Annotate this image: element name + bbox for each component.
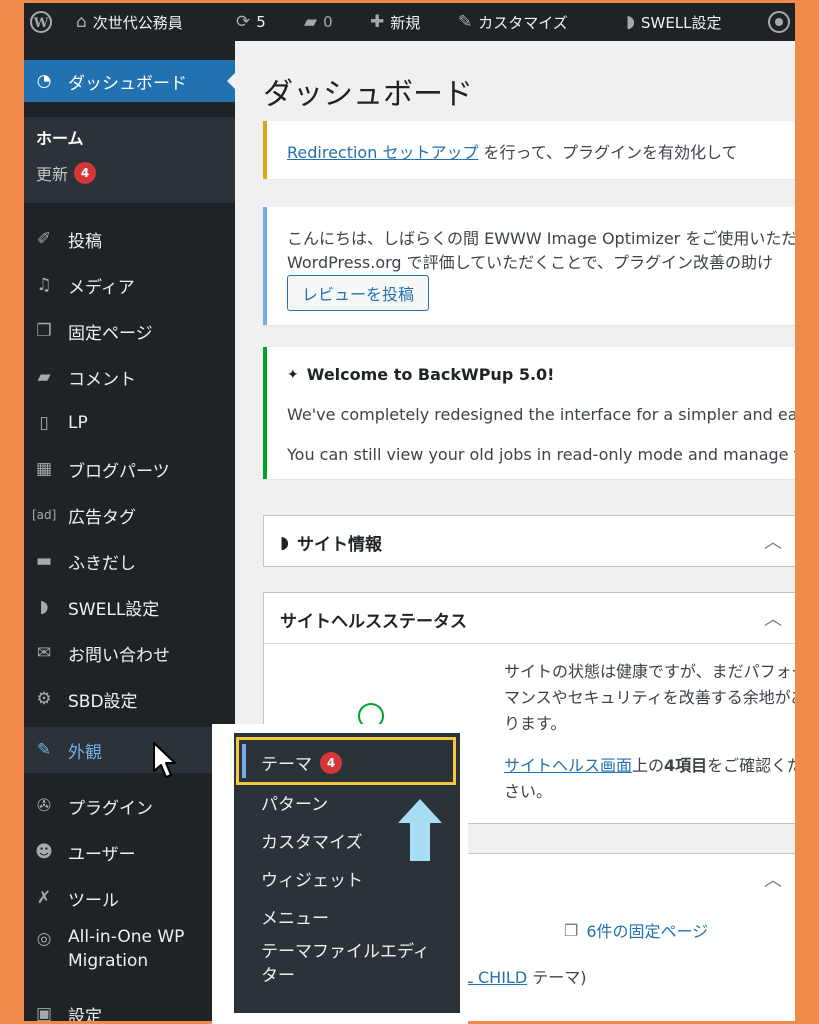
pages-icon: ❐ (36, 321, 52, 341)
post-review-button[interactable]: レビューを投稿 (287, 275, 430, 311)
new-content-link[interactable]: ✚ 新規 (370, 3, 420, 41)
user-icon: ☻ (35, 842, 53, 862)
party-icon: ✦ (287, 366, 299, 383)
mouse-cursor-icon (153, 742, 176, 778)
sidebar-item-settings[interactable]: ▣ 設定 (24, 993, 235, 1021)
sidebar-item-dashboard[interactable]: ◔ ダッシュボード (24, 60, 236, 102)
sidebar-item-blog-parts[interactable]: ▦ ブログパーツ (24, 448, 235, 490)
admin-bar: W ⌂ 次世代公務員 ⟳ 5 ▰ 0 ✚ 新規 ✎ カスタマイズ ◗ SWELL… (24, 3, 795, 41)
sidebar-item-appearance[interactable]: ✎ 外観 (24, 727, 235, 773)
bubble-icon: ▬ (35, 551, 53, 571)
sidebar-item-lp[interactable]: ▯ LP (24, 402, 235, 444)
sidebar-item-fukidashi[interactable]: ▬ ふきだし (24, 540, 235, 582)
ewww-review-notice: こんにちは、しばらくの間 EWWW Image Optimizer をご使用いた… (263, 207, 795, 325)
sidebar-item-plugins[interactable]: ✇ プラグイン (24, 785, 235, 827)
refresh-icon: ⟳ (236, 12, 251, 32)
plus-icon: ✚ (370, 12, 385, 32)
redirection-notice: Redirection セットアップ を行って、プラグインを有効化して (263, 121, 795, 179)
updates-link[interactable]: ⟳ 5 (236, 3, 266, 41)
pages-count-link[interactable]: ❐ 6件の固定ページ (564, 918, 708, 942)
sidebar-item-media[interactable]: ♫ メディア (24, 264, 235, 306)
comments-link[interactable]: ▰ 0 (304, 3, 333, 41)
sidebar-item-comments[interactable]: ▰ コメント (24, 356, 235, 398)
home-icon: ⌂ (76, 12, 87, 32)
highlight-box (236, 737, 456, 785)
chevron-up-icon[interactable]: ︿ (764, 605, 782, 631)
comment-icon: ▰ (37, 367, 51, 387)
settings-icon: ▣ (35, 1004, 53, 1021)
redirection-setup-link[interactable]: Redirection セットアップ (287, 143, 478, 162)
flyout-item-patterns[interactable]: パターン (261, 790, 328, 815)
customize-link[interactable]: ✎ カスタマイズ (458, 3, 568, 41)
gear-icon: ⚙ (36, 689, 52, 709)
mail-icon: ✉ (36, 643, 52, 663)
swell-icon: ◗ (39, 597, 49, 617)
migration-icon: ◎ (36, 929, 52, 949)
sidebar-item-pages[interactable]: ❐ 固定ページ (24, 310, 235, 352)
swell-icon: ◗ (280, 532, 289, 553)
sidebar-item-posts[interactable]: ✐ 投稿 (24, 218, 235, 260)
blocks-icon: ▦ (35, 459, 53, 479)
document-icon: ▯ (39, 413, 49, 433)
updates-badge: 4 (74, 162, 97, 184)
plugin-icon: ✇ (36, 796, 52, 816)
sidebar-item-swell[interactable]: ◗ SWELL設定 (24, 586, 235, 628)
sidebar-subitem-updates[interactable]: 更新 4 (36, 161, 97, 185)
sidebar-subitem-home[interactable]: ホーム (36, 125, 84, 149)
up-arrow-icon (398, 799, 442, 861)
site-info-box: ◗ サイト情報 ︿ (263, 515, 795, 567)
flyout-item-theme-editor[interactable]: テーマファイルエディ ター (261, 940, 430, 988)
pin-icon: ✐ (36, 229, 52, 249)
brush-icon: ✎ (36, 740, 52, 760)
dashboard-submenu: ホーム 更新 4 (24, 117, 235, 203)
comment-icon: ▰ (304, 12, 318, 32)
flyout-item-widgets[interactable]: ウィジェット (261, 866, 363, 891)
wrench-icon: ✗ (36, 888, 52, 908)
wp-extra-icon[interactable] (768, 3, 790, 41)
dashboard-icon: ◔ (36, 71, 52, 91)
ad-icon: [ad] (32, 508, 57, 522)
swell-settings-link[interactable]: ◗ SWELL設定 (626, 3, 722, 41)
admin-sidebar: ◔ ダッシュボード ホーム 更新 4 ✐ 投稿 ♫ メディア ❐ 固定ページ ▰ コメン… (24, 41, 236, 1021)
page-title: ダッシュボード (263, 77, 473, 112)
sidebar-item-contact[interactable]: ✉ お問い合わせ (24, 632, 235, 674)
wordpress-logo-icon[interactable]: W (30, 3, 52, 41)
backwpup-notice: ✦ Welcome to BackWPup 5.0! We've complet… (263, 347, 795, 479)
chevron-up-icon[interactable]: ︿ (764, 866, 782, 892)
flyout-item-customize[interactable]: カスタマイズ (261, 828, 363, 853)
flyout-item-menus[interactable]: メニュー (261, 904, 329, 929)
pages-icon: ❐ (564, 920, 579, 940)
brush-icon: ✎ (458, 12, 473, 32)
swell-icon: ◗ (626, 12, 635, 32)
media-icon: ♫ (36, 275, 52, 295)
sidebar-item-ad-tag[interactable]: [ad] 広告タグ (24, 494, 235, 536)
sidebar-item-migration[interactable]: ◎ All-in-One WP Migration (24, 925, 235, 981)
site-name-link[interactable]: ⌂ 次世代公務員 (76, 3, 183, 41)
chevron-up-icon[interactable]: ︿ (764, 528, 782, 554)
sidebar-item-tools[interactable]: ✗ ツール (24, 877, 235, 919)
sidebar-item-users[interactable]: ☻ ユーザー (24, 831, 235, 873)
site-health-link[interactable]: サイトヘルス画面 (504, 756, 632, 775)
theme-link[interactable]: L CHILD (464, 968, 527, 987)
svg-text:W: W (33, 16, 49, 31)
sidebar-item-sbd[interactable]: ⚙ SBD設定 (24, 678, 235, 720)
